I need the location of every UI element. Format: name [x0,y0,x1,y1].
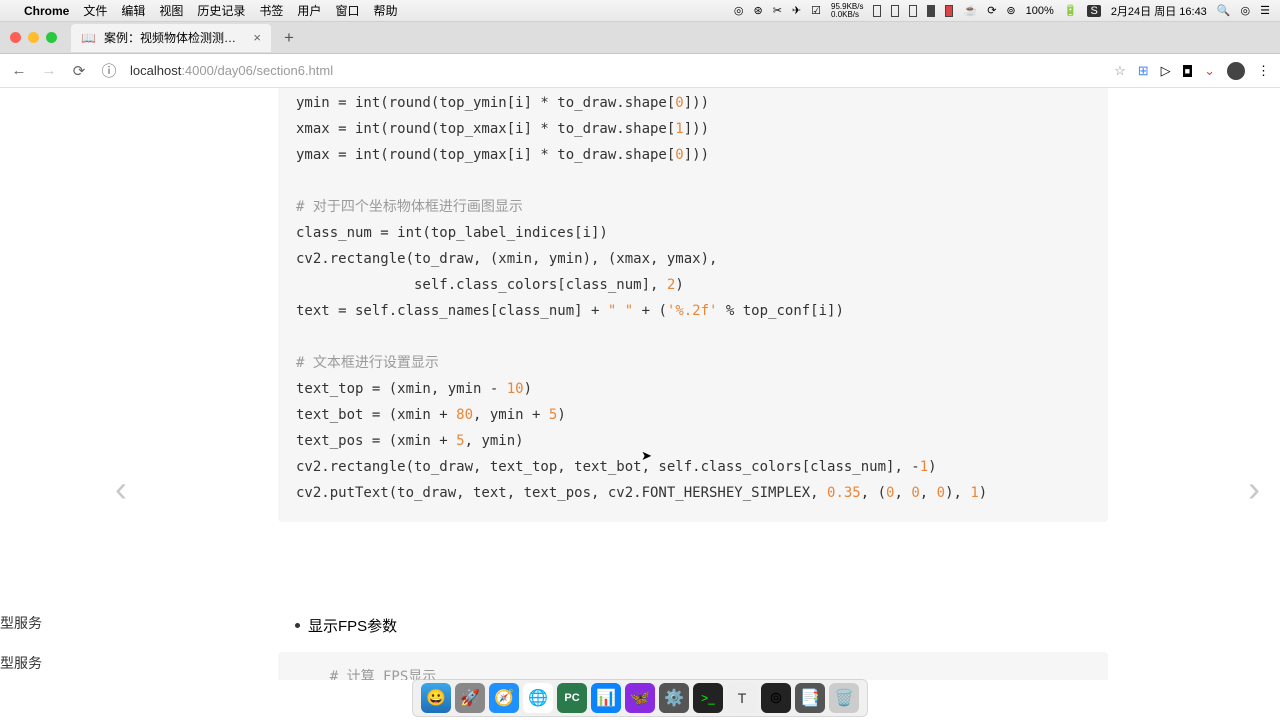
menu-help[interactable]: 帮助 [373,2,397,19]
window-close-button[interactable] [10,32,21,43]
tray-icon[interactable]: ☕ [963,4,977,17]
page-content: 型服务 型服务 ‹ › ymin = int(round(top_ymin[i]… [0,88,1280,680]
window-minimize-button[interactable] [28,32,39,43]
dock-pycharm-icon[interactable]: PC [557,683,587,713]
dock-safari-icon[interactable]: 🧭 [489,683,519,713]
ext-box-icon[interactable]: ■ [1183,65,1192,77]
sidebar-fragment: 型服务 型服务 [0,603,42,680]
tray-icon[interactable]: ✈ [792,4,801,17]
address-bar[interactable]: localhost:4000/day06/section6.html [130,63,1102,78]
tab-title: 案例：视频物体检测测试 | 深层 [104,29,245,46]
mouse-cursor-icon: ➤ [641,448,652,464]
dock-settings-icon[interactable]: ⚙️ [659,683,689,713]
tray-s-icon[interactable]: S [1087,5,1100,17]
dock-trash-icon[interactable]: 🗑️ [829,683,859,713]
reload-button[interactable]: ⟳ [70,62,88,80]
new-tab-button[interactable]: + [277,26,301,50]
tab-close-icon[interactable]: × [253,30,261,45]
dock-obs-icon[interactable]: ⊚ [761,683,791,713]
extensions-area: ☆ ⊞ ▷ ■ ⌄ ⋮ [1114,62,1270,80]
bullet-text: 显示FPS参数 [308,615,397,636]
network-speed: 95.9KB/s 0.0KB/s [831,3,863,19]
tray-icon[interactable]: ✂ [773,4,782,17]
dock-chrome-icon[interactable]: 🌐 [523,683,553,713]
code-block-1[interactable]: ymin = int(round(top_ymin[i] * to_draw.s… [278,88,1108,522]
menu-view[interactable]: 视图 [159,2,183,19]
menu-edit[interactable]: 编辑 [121,2,145,19]
dock-typora-icon[interactable]: T [727,683,757,713]
menu-user[interactable]: 用户 [297,2,321,19]
tray-indicator [909,5,917,17]
ext-grid-icon[interactable]: ⊞ [1138,63,1149,79]
dock-launchpad-icon[interactable]: 🚀 [455,683,485,713]
dock-keynote-icon[interactable]: 📊 [591,683,621,713]
browser-tab[interactable]: 📖 案例：视频物体检测测试 | 深层 × [71,24,271,52]
macos-dock: 😀 🚀 🧭 🌐 PC 📊 🦋 ⚙️ >_ T ⊚ 📑 🗑️ [412,679,868,717]
tray-indicator [873,5,881,17]
bookmark-star-icon[interactable]: ☆ [1114,63,1126,79]
tray-icon[interactable]: ⟳ [987,4,996,17]
dock-finder-icon[interactable]: 😀 [421,683,451,713]
dock-app-icon[interactable]: 🦋 [625,683,655,713]
menu-file[interactable]: 文件 [83,2,107,19]
siri-icon[interactable]: ◎ [1241,4,1251,17]
forward-button[interactable]: → [40,62,58,79]
battery-icon: 🔋 [1064,4,1078,17]
tray-icon[interactable]: ☑ [811,4,821,17]
tray-icon[interactable]: ⊛ [753,4,762,17]
tray-indicator [927,5,935,17]
menu-history[interactable]: 历史记录 [197,2,245,19]
tab-favicon: 📖 [81,31,96,45]
profile-avatar[interactable] [1227,62,1245,80]
ext-play-icon[interactable]: ▷ [1161,63,1171,79]
chrome-tab-strip: 📖 案例：视频物体检测测试 | 深层 × + [0,22,1280,54]
tray-icon[interactable]: ◎ [734,4,744,17]
window-controls [10,32,57,43]
macos-menubar: Chrome 文件 编辑 视图 历史记录 书签 用户 窗口 帮助 ◎ ⊛ ✂ ✈… [0,0,1280,22]
tray-indicator [945,5,953,17]
tray-indicator [891,5,899,17]
bullet-icon [295,623,300,628]
site-info-icon[interactable]: ⓘ [100,60,118,81]
window-maximize-button[interactable] [46,32,57,43]
menu-bookmarks[interactable]: 书签 [259,2,283,19]
clock[interactable]: 2月24日 周日 16:43 [1111,3,1207,19]
app-name[interactable]: Chrome [24,4,69,18]
spotlight-icon[interactable]: 🔍 [1217,4,1231,17]
dock-app-icon[interactable]: 📑 [795,683,825,713]
chrome-menu-icon[interactable]: ⋮ [1257,63,1270,79]
battery-percent: 100% [1026,5,1054,17]
code-block-2[interactable]: # 计算 FPS显示 fps = "FPS: " + str(cap.get(c… [278,652,1108,680]
chrome-toolbar: ← → ⟳ ⓘ localhost:4000/day06/section6.ht… [0,54,1280,88]
dock-terminal-icon[interactable]: >_ [693,683,723,713]
control-center-icon[interactable]: ☰ [1260,4,1270,17]
page-prev-arrow[interactable]: ‹ [115,468,127,510]
back-button[interactable]: ← [10,62,28,79]
section-bullet: 显示FPS参数 [295,615,397,636]
menu-window[interactable]: 窗口 [335,2,359,19]
wifi-icon[interactable]: ⊚ [1006,4,1015,17]
page-next-arrow[interactable]: › [1248,468,1260,510]
ext-pocket-icon[interactable]: ⌄ [1204,63,1215,79]
